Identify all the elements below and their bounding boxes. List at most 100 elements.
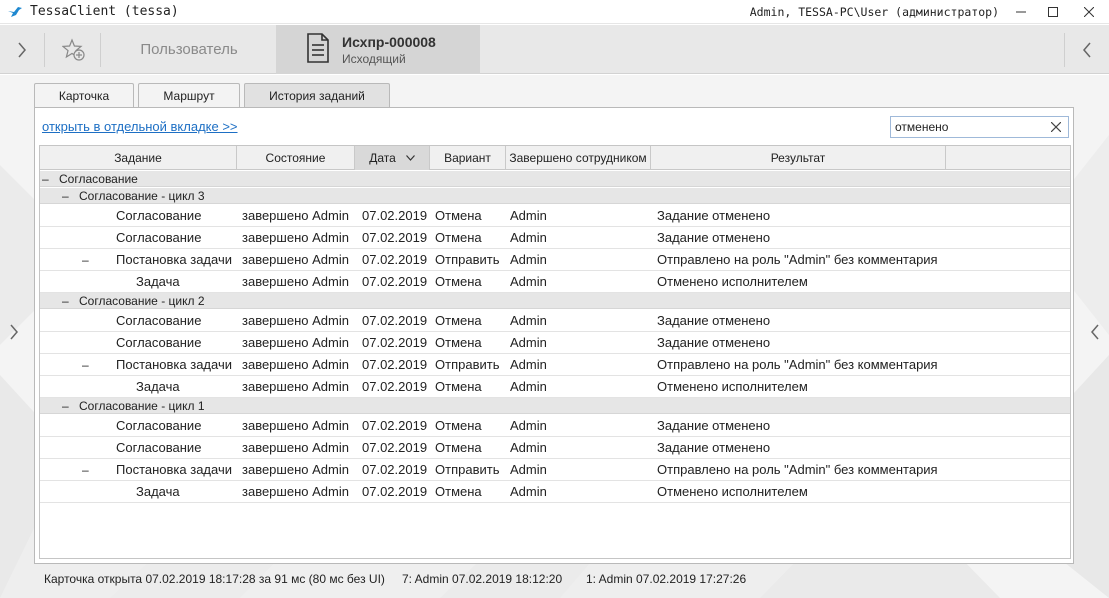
- column-header-result[interactable]: Результат: [651, 146, 946, 170]
- cell-result: Отправлено на роль "Admin" без комментар…: [657, 252, 938, 267]
- collapse-toggle[interactable]: –: [62, 398, 69, 413]
- close-button[interactable]: [1069, 0, 1109, 24]
- group-row-cycle[interactable]: – Согласование - цикл 2: [40, 293, 1070, 309]
- tab-document[interactable]: Исхпр-000008 Исходящий: [276, 25, 480, 74]
- cell-option: Отмена: [435, 440, 482, 455]
- cell-date: 07.02.2019: [362, 274, 428, 289]
- column-header-state[interactable]: Состояние: [237, 146, 355, 170]
- table-row[interactable]: Согласование завершено Admin 07.02.2019 Отм…: [40, 227, 1070, 249]
- toolbar-divider: [44, 33, 45, 67]
- toolbar-divider: [100, 33, 101, 67]
- tab-task-history[interactable]: История заданий: [244, 83, 390, 107]
- table-row[interactable]: – Постановка задачи завершено Admin 07.02.2…: [40, 354, 1070, 376]
- chevron-right-icon: [18, 42, 26, 58]
- table-row[interactable]: Согласование завершено Admin 07.02.2019 Отм…: [40, 205, 1070, 227]
- cell-task: Согласование: [116, 418, 202, 433]
- cell-task: Согласование: [116, 335, 202, 350]
- clear-search-button[interactable]: [1049, 120, 1063, 134]
- tab-route[interactable]: Маршрут: [138, 83, 240, 107]
- cell-option: Отмена: [435, 230, 482, 245]
- cell-task: Согласование: [116, 230, 202, 245]
- cell-result: Задание отменено: [657, 440, 771, 455]
- cell-task: Согласование: [116, 208, 202, 223]
- open-in-new-tab-link[interactable]: открыть в отдельной вкладке >>: [42, 119, 238, 134]
- cell-by: Admin: [510, 440, 547, 455]
- cell-result: Задание отменено: [657, 418, 771, 433]
- group-label: Согласование: [59, 171, 138, 186]
- cell-result: Отменено исполнителем: [657, 379, 808, 394]
- document-type: Исходящий: [342, 51, 406, 66]
- cell-date: 07.02.2019: [362, 335, 428, 350]
- cell-state: завершено Admin: [242, 335, 349, 350]
- chevron-down-icon: [405, 155, 415, 161]
- collapse-toggle[interactable]: –: [42, 171, 49, 186]
- maximize-icon: [1048, 7, 1058, 17]
- card-tabs: Карточка Маршрут История заданий: [34, 83, 394, 107]
- collapse-toggle[interactable]: –: [82, 354, 89, 375]
- table-row[interactable]: Согласование завершено Admin 07.02.2019 Отм…: [40, 332, 1070, 354]
- status-bar: Карточка открыта 07.02.2019 18:17:28 за …: [0, 566, 1109, 598]
- cell-state: завершено Admin: [242, 484, 349, 499]
- tab-card[interactable]: Карточка: [34, 83, 134, 107]
- chevron-right-icon: [10, 324, 18, 340]
- minimize-button[interactable]: [1005, 0, 1037, 24]
- cell-option: Отмена: [435, 274, 482, 289]
- cell-option: Отмена: [435, 418, 482, 433]
- toolbar: Пользователь Исхпр-000008 Исходящий: [0, 25, 1109, 74]
- collapse-toggle[interactable]: –: [62, 293, 69, 308]
- expand-right-button[interactable]: [1073, 35, 1101, 65]
- cell-task: Задача: [136, 274, 180, 289]
- cell-option: Отмена: [435, 313, 482, 328]
- collapse-toggle[interactable]: –: [62, 188, 69, 203]
- cell-state: завершено Admin: [242, 418, 349, 433]
- cell-option: Отмена: [435, 484, 482, 499]
- expand-left-button[interactable]: [8, 35, 36, 65]
- search-box: [890, 116, 1069, 138]
- column-header-date[interactable]: Дата: [355, 146, 430, 170]
- chevron-left-icon: [1083, 42, 1091, 58]
- star-add-icon: [62, 38, 85, 61]
- clear-icon: [1051, 122, 1061, 132]
- chevron-left-icon: [1091, 324, 1099, 340]
- document-icon: [306, 33, 330, 66]
- search-input[interactable]: [891, 117, 1041, 137]
- table-row[interactable]: Согласование завершено Admin 07.02.2019 Отм…: [40, 310, 1070, 332]
- collapse-toggle[interactable]: –: [82, 249, 89, 270]
- table-row[interactable]: Задача завершено Admin 07.02.2019 Отмена Adm…: [40, 481, 1070, 503]
- cell-task: Постановка задачи: [116, 462, 232, 477]
- cell-option: Отмена: [435, 335, 482, 350]
- cell-task: Постановка задачи: [116, 252, 232, 267]
- cell-date: 07.02.2019: [362, 357, 428, 372]
- document-title: Исхпр-000008: [342, 33, 436, 50]
- cell-option: Отправить: [435, 252, 500, 267]
- expand-right-panel-button[interactable]: [1087, 320, 1103, 344]
- cell-state: завершено Admin: [242, 357, 349, 372]
- current-user: Admin, TESSA-PC\User (администратор): [749, 5, 999, 19]
- tessa-bird-icon: [0, 5, 30, 19]
- cell-by: Admin: [510, 230, 547, 245]
- group-row-cycle[interactable]: – Согласование - цикл 3: [40, 188, 1070, 204]
- table-row[interactable]: Задача завершено Admin 07.02.2019 Отмена Adm…: [40, 271, 1070, 293]
- cell-option: Отправить: [435, 357, 500, 372]
- column-header-completed-by[interactable]: Завершено сотрудником: [506, 146, 651, 170]
- group-label: Согласование - цикл 2: [79, 293, 205, 308]
- group-row-root[interactable]: – Согласование: [40, 171, 1070, 187]
- table-row[interactable]: Согласование завершено Admin 07.02.2019 Отм…: [40, 437, 1070, 459]
- card-opened-status: Карточка открыта 07.02.2019 18:17:28 за …: [44, 572, 385, 586]
- maximize-button[interactable]: [1037, 0, 1069, 24]
- window-title: TessaClient (tessa): [30, 4, 179, 19]
- column-header-option[interactable]: Вариант: [430, 146, 506, 170]
- group-row-cycle[interactable]: – Согласование - цикл 1: [40, 398, 1070, 414]
- table-row[interactable]: – Постановка задачи завершено Admin 07.02.2…: [40, 249, 1070, 271]
- table-row[interactable]: Задача завершено Admin 07.02.2019 Отмена Adm…: [40, 376, 1070, 398]
- cell-date: 07.02.2019: [362, 252, 428, 267]
- cell-by: Admin: [510, 208, 547, 223]
- table-row[interactable]: – Постановка задачи завершено Admin 07.02.2…: [40, 459, 1070, 481]
- add-favorite-button[interactable]: [56, 35, 92, 65]
- group-label: Согласование - цикл 3: [79, 188, 205, 203]
- table-row[interactable]: Согласование завершено Admin 07.02.2019 Отм…: [40, 415, 1070, 437]
- column-header-task[interactable]: Задание: [40, 146, 237, 170]
- expand-left-panel-button[interactable]: [6, 320, 22, 344]
- collapse-toggle[interactable]: –: [82, 459, 89, 480]
- tab-user[interactable]: Пользователь: [108, 25, 270, 74]
